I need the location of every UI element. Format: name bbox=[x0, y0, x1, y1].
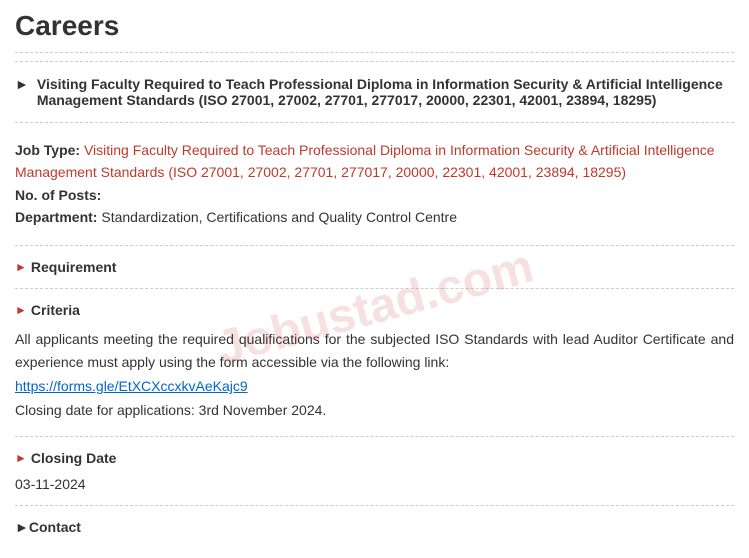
divider-3 bbox=[15, 122, 734, 123]
job-title-section: ► Visiting Faculty Required to Teach Pro… bbox=[15, 70, 734, 114]
divider-2 bbox=[15, 61, 734, 62]
department-row: Department: Standardization, Certificati… bbox=[15, 206, 734, 228]
divider-4 bbox=[15, 245, 734, 246]
contact-arrow-icon: ► bbox=[15, 519, 29, 535]
divider-5 bbox=[15, 288, 734, 289]
closing-date-note-value: 3rd November 2024. bbox=[199, 402, 327, 418]
contact-header: ► Contact bbox=[15, 514, 734, 540]
requirement-section: ► Requirement bbox=[15, 254, 734, 280]
closing-date-note-label: Closing date for applications: bbox=[15, 402, 195, 418]
posts-row: No. of Posts: bbox=[15, 184, 734, 206]
criteria-text-1: All applicants meeting the required qual… bbox=[15, 331, 734, 371]
department-value: Standardization, Certifications and Qual… bbox=[101, 209, 457, 225]
contact-section: ► Contact bbox=[15, 514, 734, 540]
divider-6 bbox=[15, 436, 734, 437]
closing-date-arrow-icon: ► bbox=[15, 451, 27, 465]
closing-date-header: ► Closing Date bbox=[15, 445, 734, 471]
closing-date-note: Closing date for applications: 3rd Novem… bbox=[15, 402, 326, 418]
requirement-header: ► Requirement bbox=[15, 254, 734, 280]
criteria-label: Criteria bbox=[31, 302, 80, 318]
divider-1 bbox=[15, 52, 734, 53]
criteria-body: All applicants meeting the required qual… bbox=[15, 323, 734, 428]
job-type-label: Job Type: bbox=[15, 142, 80, 158]
closing-date-value: 03-11-2024 bbox=[15, 471, 734, 497]
job-type-value[interactable]: Visiting Faculty Required to Teach Profe… bbox=[15, 142, 715, 180]
job-title-arrow-icon: ► bbox=[15, 76, 29, 92]
closing-date-label: Closing Date bbox=[31, 450, 117, 466]
criteria-arrow-icon: ► bbox=[15, 303, 27, 317]
job-title: Visiting Faculty Required to Teach Profe… bbox=[37, 76, 734, 108]
department-label: Department: bbox=[15, 209, 97, 225]
posts-label: No. of Posts: bbox=[15, 187, 101, 203]
criteria-section: ► Criteria All applicants meeting the re… bbox=[15, 297, 734, 428]
divider-7 bbox=[15, 505, 734, 506]
job-details: Job Type: Visiting Faculty Required to T… bbox=[15, 131, 734, 237]
requirement-label: Requirement bbox=[31, 259, 117, 275]
criteria-form-link[interactable]: https://forms.gle/EtXCXccxkvAeKajc9 bbox=[15, 378, 248, 394]
job-type-row: Job Type: Visiting Faculty Required to T… bbox=[15, 139, 734, 184]
closing-date-section: ► Closing Date 03-11-2024 bbox=[15, 445, 734, 497]
page-title: Careers bbox=[15, 10, 734, 42]
requirement-arrow-icon: ► bbox=[15, 260, 27, 274]
contact-label: Contact bbox=[29, 519, 81, 535]
criteria-header: ► Criteria bbox=[15, 297, 734, 323]
